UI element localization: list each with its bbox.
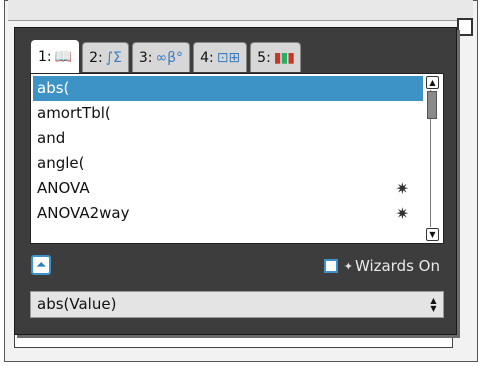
list-item-label: and bbox=[37, 129, 66, 147]
list-item-label: ANOVA bbox=[37, 179, 90, 197]
catalog-dialog: 1: 📖 2: ∫Σ 3: ∞β° 4: ⊡⊞ 5: ▮▮▮ abs(amor… bbox=[14, 27, 457, 335]
syntax-spinner[interactable]: ▲ ▼ bbox=[428, 296, 439, 313]
book-icon: 📖 bbox=[54, 49, 73, 65]
background-title-strip bbox=[8, 0, 473, 21]
syntax-help-field[interactable]: abs(Value) ▲ ▼ bbox=[30, 291, 444, 318]
wizards-toggle[interactable]: ✦ Wizards On bbox=[323, 257, 440, 275]
wizard-icon: ✷ bbox=[395, 179, 409, 198]
catalog-list[interactable]: abs( amortTbl( and angle( ANOVA ✷ ANOVA2… bbox=[33, 76, 423, 241]
wand-icon: ✦ bbox=[343, 259, 353, 273]
syntax-text: abs(Value) bbox=[37, 295, 117, 313]
library-icon: ▮▮▮ bbox=[273, 49, 295, 66]
tab-5-libraries[interactable]: 5: ▮▮▮ bbox=[250, 42, 301, 72]
scroll-thumb[interactable] bbox=[427, 91, 437, 119]
list-scrollbar[interactable]: ▲ ▼ bbox=[426, 76, 441, 241]
list-template-icon: ⊡⊞ bbox=[216, 49, 241, 66]
list-item[interactable]: ANOVA2way ✷ bbox=[33, 201, 423, 226]
catalog-list-panel: abs( amortTbl( and angle( ANOVA ✷ ANOVA2… bbox=[30, 73, 444, 244]
tab-3-symbols[interactable]: 3: ∞β° bbox=[131, 42, 191, 72]
wizard-icon: ✷ bbox=[395, 204, 409, 223]
symbols-icon: ∞β° bbox=[155, 49, 184, 66]
tab-4-list-templates[interactable]: 4: ⊡⊞ bbox=[193, 42, 248, 72]
list-item[interactable]: ANOVA ✷ bbox=[33, 176, 423, 201]
background-close-box[interactable] bbox=[457, 18, 473, 36]
tab-number: 3: bbox=[138, 49, 153, 66]
tab-number: 2: bbox=[89, 49, 103, 66]
wizards-label: Wizards On bbox=[354, 257, 440, 275]
list-item[interactable]: angle( bbox=[33, 151, 423, 176]
tab-2-math-templates[interactable]: 2: ∫Σ bbox=[82, 42, 129, 72]
list-item[interactable]: amortTbl( bbox=[33, 101, 423, 126]
calculus-icon: ∫Σ bbox=[105, 49, 122, 66]
spin-down-icon[interactable]: ▼ bbox=[430, 304, 436, 313]
scroll-down-arrow-icon[interactable]: ▼ bbox=[426, 228, 439, 241]
wizards-checkbox[interactable] bbox=[323, 259, 338, 273]
catalog-tabs: 1: 📖 2: ∫Σ 3: ∞β° 4: ⊡⊞ 5: ▮▮▮ bbox=[31, 40, 304, 73]
scroll-up-arrow-icon[interactable]: ▲ bbox=[426, 76, 439, 89]
list-item[interactable]: abs( bbox=[33, 76, 423, 101]
list-item-label: angle( bbox=[37, 154, 85, 172]
tab-number: 5: bbox=[257, 49, 271, 66]
list-item-label: abs( bbox=[37, 79, 70, 97]
tab-number: 4: bbox=[200, 49, 214, 66]
list-item-label: amortTbl( bbox=[37, 104, 111, 122]
double-chevron-up-icon: ⏶ bbox=[36, 258, 46, 271]
tab-1-catalog[interactable]: 1: 📖 bbox=[31, 40, 80, 73]
list-item-label: ANOVA2way bbox=[37, 204, 130, 222]
collapse-up-button[interactable]: ⏶ bbox=[31, 255, 51, 275]
tab-number: 1: bbox=[38, 49, 52, 65]
list-item[interactable]: and bbox=[33, 126, 423, 151]
